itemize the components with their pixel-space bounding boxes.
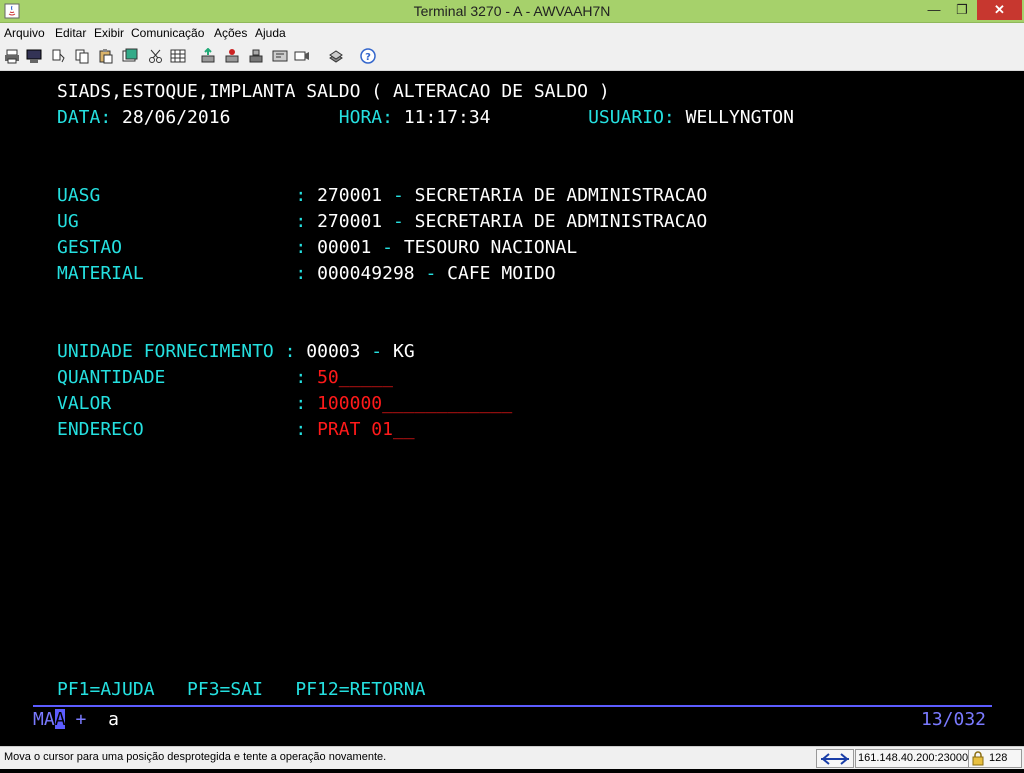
usuario-label: USUARIO: (588, 107, 675, 128)
cursor-position: 13/032 (921, 709, 987, 730)
material-code: 000049298 (317, 263, 415, 284)
material-label: MATERIAL : (57, 263, 307, 284)
gestao-row: GESTAO : 00001 - TESOURO NACIONAL (57, 237, 577, 259)
status-bar: Mova o cursor para uma posição desproteg… (0, 746, 1024, 769)
menu-acoes[interactable]: Ações (214, 26, 247, 40)
window-title: Terminal 3270 - A - AWVAAH7N (413, 3, 611, 19)
pf-keys-legend: PF1=AJUDA PF3=SAI PF12=RETORNA (57, 679, 426, 700)
clear-icon[interactable] (122, 48, 138, 64)
security-status: 128 (968, 749, 1022, 768)
data-label: DATA: (57, 107, 112, 128)
data-value: 28/06/2016 (122, 107, 231, 128)
uasg-row: UASG : 270001 - SECRETARIA DE ADMINISTRA… (57, 185, 707, 207)
unidade-row: UNIDADE FORNECIMENTO : 00003 - KG (57, 341, 415, 363)
pf-key-icon[interactable] (272, 48, 288, 64)
oia-status: MAA + a (33, 709, 119, 731)
gestao-code: 00001 (317, 237, 372, 258)
ug-name: SECRETARIA DE ADMINISTRACAO (414, 211, 708, 232)
unidade-code: 00003 (306, 341, 361, 362)
connection-status-icon (816, 749, 854, 768)
endereco-label: ENDERECO : (57, 419, 307, 440)
svg-text:?: ? (365, 52, 371, 63)
quantidade-row: QUANTIDADE : 50_____ (57, 367, 393, 389)
encryption-bits: 128 (989, 752, 1008, 764)
screen-heading: SIADS,ESTOQUE,IMPLANTA SALDO ( ALTERACAO… (57, 81, 610, 102)
scissors-icon[interactable] (148, 48, 164, 64)
status-message: Mova o cursor para uma posição desproteg… (4, 751, 387, 763)
quantidade-input[interactable]: 50_____ (317, 367, 393, 388)
oia-cursor: A (54, 709, 66, 730)
valor-row: VALOR : 100000____________ (57, 393, 512, 415)
separator: - (371, 341, 383, 362)
menu-exibir[interactable]: Exibir (94, 26, 124, 40)
keypad-icon[interactable] (170, 48, 186, 64)
gestao-label: GESTAO : (57, 237, 307, 258)
print-icon[interactable] (4, 48, 20, 64)
endereco-input[interactable]: PRAT 01__ (317, 419, 415, 440)
hora-label: HORA: (338, 107, 393, 128)
ug-code: 270001 (317, 211, 383, 232)
material-name: CAFE MOIDO (447, 263, 556, 284)
menu-comunicacao[interactable]: Comunicação (131, 26, 204, 40)
oia-mode: MA (33, 709, 55, 730)
settings-icon[interactable] (328, 48, 344, 64)
hora-value: 11:17:34 (403, 107, 491, 128)
unidade-label: UNIDADE FORNECIMENTO : (57, 341, 296, 362)
valor-label: VALOR : (57, 393, 307, 414)
toolbar: ? (0, 43, 1024, 71)
copy-icon[interactable] (50, 48, 66, 64)
separator: - (392, 185, 404, 206)
ug-row: UG : 270001 - SECRETARIA DE ADMINISTRACA… (57, 211, 707, 233)
lock-icon (972, 751, 984, 766)
paste-icon[interactable] (74, 48, 90, 64)
material-row: MATERIAL : 000049298 - CAFE MOIDO (57, 263, 556, 285)
disconnect-icon[interactable] (248, 48, 264, 64)
ug-label: UG : (57, 211, 307, 232)
macro-icon[interactable] (294, 48, 310, 64)
usuario-value: WELLYNGTON (685, 107, 794, 128)
uasg-label: UASG : (57, 185, 307, 206)
uasg-name: SECRETARIA DE ADMINISTRACAO (414, 185, 708, 206)
menu-arquivo[interactable]: Arquivo (4, 26, 45, 40)
terminal-screen[interactable]: SIADS,ESTOQUE,IMPLANTA SALDO ( ALTERACAO… (0, 71, 1024, 745)
window-titlebar: Terminal 3270 - A - AWVAAH7N — ❐ ✕ (0, 0, 1024, 23)
gestao-name: TESOURO NACIONAL (403, 237, 578, 258)
header-info-line: DATA: 28/06/2016 HORA: 11:17:34 USUARIO:… (57, 107, 794, 129)
endereco-row: ENDERECO : PRAT 01__ (57, 419, 415, 441)
print-screen-icon[interactable] (26, 48, 42, 64)
separator: - (425, 263, 437, 284)
paste-append-icon[interactable] (98, 48, 114, 64)
close-button[interactable]: ✕ (977, 0, 1022, 20)
restore-button[interactable]: ❐ (948, 0, 976, 20)
help-icon[interactable]: ? (360, 48, 376, 64)
oia-a: a (108, 709, 119, 730)
menu-editar[interactable]: Editar (55, 26, 86, 40)
unidade-name: KG (392, 341, 415, 362)
quantidade-label: QUANTIDADE : (57, 367, 307, 388)
transfer-receive-icon[interactable] (224, 48, 240, 64)
uasg-code: 270001 (317, 185, 383, 206)
menu-bar: Arquivo Editar Exibir Comunicação Ações … (0, 23, 1024, 43)
oia-separator (33, 705, 992, 707)
separator: - (382, 237, 393, 258)
transfer-send-icon[interactable] (200, 48, 216, 64)
separator: - (392, 211, 404, 232)
minimize-button[interactable]: — (920, 0, 948, 20)
valor-input[interactable]: 100000____________ (317, 393, 512, 414)
menu-ajuda[interactable]: Ajuda (255, 26, 286, 40)
host-address: 161.148.40.200:23000 (855, 749, 969, 768)
oia-plus: + (75, 709, 87, 730)
